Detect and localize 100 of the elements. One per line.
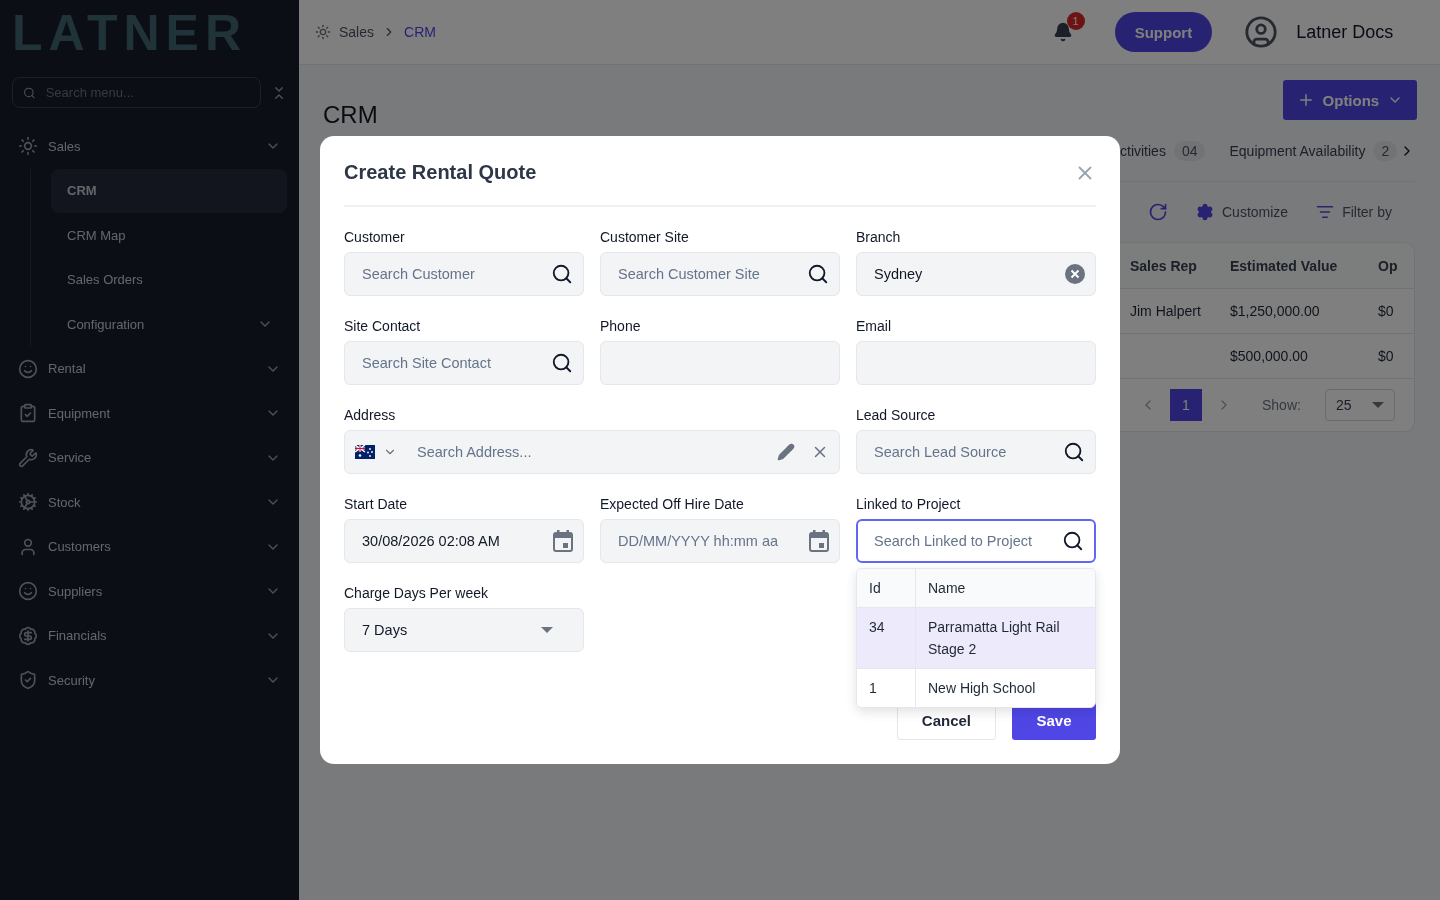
refresh-icon[interactable] xyxy=(1148,202,1168,222)
search-input[interactable]: Search Lead Source xyxy=(872,443,1055,461)
calendar-icon[interactable] xyxy=(809,530,829,552)
field-label: Start Date xyxy=(344,496,409,512)
field-label: Charge Days Per week xyxy=(344,585,489,601)
pencil-icon[interactable] xyxy=(777,443,795,461)
calendar-icon[interactable] xyxy=(553,530,573,552)
user-name: Latner Docs xyxy=(1296,21,1394,43)
person-icon xyxy=(18,536,38,557)
table-cell-text: $0 xyxy=(1377,303,1395,319)
column-header: Id xyxy=(857,569,916,607)
date-input[interactable]: 30/08/2026 02:08 AM xyxy=(360,532,545,550)
sidebar-item[interactable]: Sales xyxy=(12,124,287,169)
field-label: Linked to Project xyxy=(856,496,962,512)
caret-icon xyxy=(1371,402,1384,408)
select-field[interactable]: 7 Days xyxy=(344,608,584,652)
table-cell-text: New High School xyxy=(927,679,1037,698)
tab[interactable]: ctivities 04 xyxy=(1120,140,1206,161)
bell-icon[interactable] xyxy=(1052,22,1073,42)
date-input[interactable]: DD/MM/YYYY hh:mm aa xyxy=(616,532,801,550)
sidebar-item[interactable]: Equipment xyxy=(12,391,287,436)
field-label: Lead Source xyxy=(856,407,937,423)
search-field[interactable]: Search Linked to Project xyxy=(856,519,1096,563)
field-label: Email xyxy=(856,318,892,334)
column-header: Sales Rep xyxy=(1129,257,1198,274)
select-input[interactable]: 7 Days xyxy=(360,621,533,639)
show-label: Show: xyxy=(1262,397,1301,413)
sidebar-item[interactable]: Stock xyxy=(12,480,287,525)
count-badge: 04 xyxy=(1173,140,1206,161)
sidebar-item[interactable]: Customers xyxy=(12,524,287,569)
tools-icon xyxy=(18,447,38,468)
clear-icon[interactable] xyxy=(1065,264,1085,284)
table-cell-text: Jim Halpert xyxy=(1129,303,1202,319)
table-cell-text: $0 xyxy=(1377,348,1395,364)
tab[interactable]: Equipment Availability 2 xyxy=(1229,140,1398,161)
address-input[interactable]: Search Address... xyxy=(415,443,769,461)
search-input[interactable]: Search Customer Site xyxy=(616,265,799,283)
select-input[interactable]: Sydney xyxy=(872,265,1057,283)
settings-icon xyxy=(1196,203,1214,221)
filter-button[interactable]: Filter by xyxy=(1316,203,1392,221)
sidebar-item[interactable]: Financials xyxy=(12,613,287,658)
breadcrumb-link[interactable]: Sales xyxy=(339,24,375,40)
column-header: Op xyxy=(1377,257,1399,274)
field-label: Address xyxy=(344,407,397,423)
sun-icon xyxy=(315,24,331,40)
table-cell: 1 xyxy=(857,669,916,707)
shield-icon xyxy=(18,670,38,691)
column-header: Estimated Value xyxy=(1229,257,1339,274)
date-field[interactable]: 30/08/2026 02:08 AM xyxy=(344,519,584,563)
select-field[interactable]: Sydney xyxy=(856,252,1096,296)
sidebar-item[interactable]: Suppliers xyxy=(12,569,287,614)
modal-title: Create Rental Quote xyxy=(344,161,537,184)
date-field[interactable]: DD/MM/YYYY hh:mm aa xyxy=(600,519,840,563)
page-size-select[interactable]: 25 xyxy=(1324,389,1395,421)
options-button[interactable]: Options xyxy=(1282,80,1418,120)
face-icon xyxy=(18,581,38,602)
filter-icon xyxy=(1316,203,1335,221)
field-label: Expected Off Hire Date xyxy=(600,496,745,512)
sidebar-item[interactable]: Service xyxy=(12,435,287,480)
search-icon[interactable] xyxy=(551,352,573,374)
page-button[interactable]: 1 xyxy=(1170,389,1202,421)
sidebar-item[interactable]: Security xyxy=(12,658,287,703)
search-icon[interactable] xyxy=(807,263,829,285)
breadcrumb-link[interactable]: CRM xyxy=(404,24,436,40)
dropdown-row[interactable]: 34 Parramatta Light Rail Stage 2 xyxy=(857,608,1095,669)
input-field[interactable] xyxy=(600,341,840,385)
search-input[interactable]: Search Linked to Project xyxy=(872,532,1054,550)
search-icon[interactable] xyxy=(1062,530,1084,552)
sidebar-subitem[interactable]: CRM xyxy=(51,168,287,213)
sidebar-subitem[interactable]: Configuration xyxy=(51,302,287,347)
search-input[interactable]: Search Customer xyxy=(360,265,543,283)
table-cell-text: $1,250,000.00 xyxy=(1229,303,1321,319)
sidebar-subitem[interactable]: CRM Map xyxy=(51,213,287,258)
field-label: Site Contact xyxy=(344,318,422,334)
search-icon[interactable] xyxy=(1063,441,1085,463)
dollar-icon xyxy=(18,625,38,646)
gear-icon xyxy=(18,492,38,513)
customize-button[interactable]: Customize xyxy=(1196,203,1289,221)
flag-icon xyxy=(355,445,375,459)
field-label: Phone xyxy=(600,318,642,334)
page-title: CRM xyxy=(323,101,379,129)
table-cell: 34 xyxy=(857,608,916,668)
caret-icon xyxy=(541,627,553,633)
search-input[interactable]: Search Site Contact xyxy=(360,354,543,372)
input-field[interactable] xyxy=(856,341,1096,385)
dropdown-row[interactable]: 1 New High School xyxy=(857,669,1095,707)
face-icon xyxy=(18,358,38,379)
clipboard-icon xyxy=(18,403,38,424)
sidebar-item[interactable]: Rental xyxy=(12,346,287,391)
field-label: Customer xyxy=(344,229,406,245)
search-icon xyxy=(23,85,36,100)
avatar-icon[interactable] xyxy=(1244,15,1279,49)
field-label: Customer Site xyxy=(600,229,690,245)
column-header: Name xyxy=(927,579,967,598)
notification-badge: 1 xyxy=(1066,12,1085,30)
table-cell-text: Parramatta Light Rail Stage 2 xyxy=(927,618,1061,659)
address-field[interactable]: Search Address... xyxy=(344,430,840,474)
support-button[interactable]: Support xyxy=(1114,12,1213,52)
sidebar-subitem[interactable]: Sales Orders xyxy=(51,257,287,302)
search-icon[interactable] xyxy=(551,263,573,285)
